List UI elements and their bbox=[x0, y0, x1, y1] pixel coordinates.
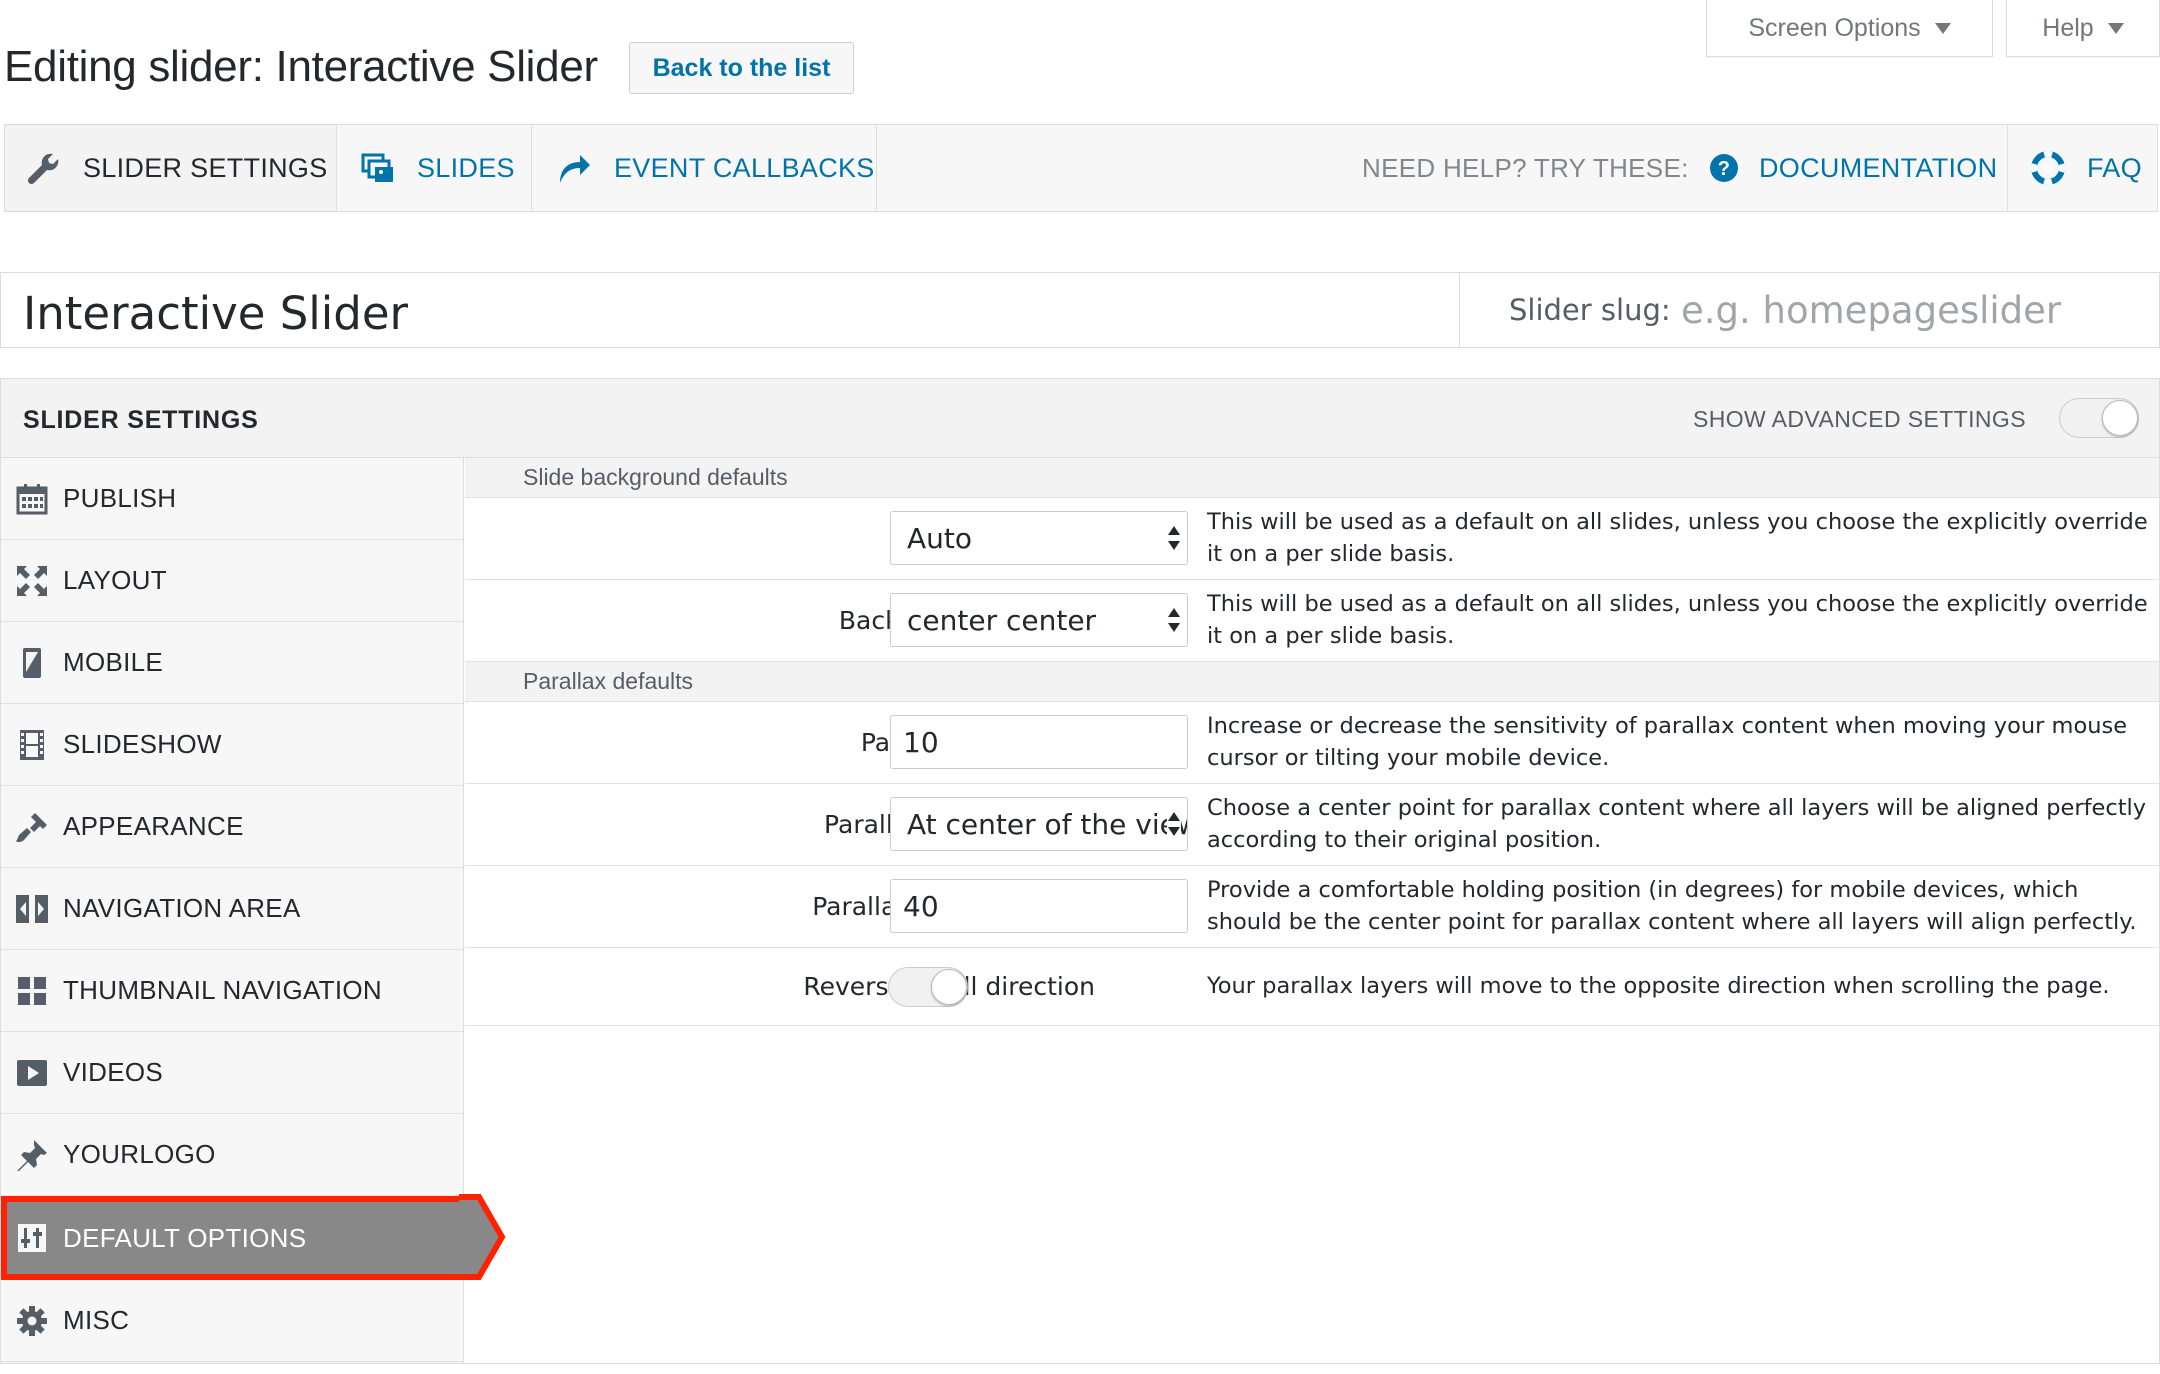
background-size-select[interactable]: Auto bbox=[890, 511, 1188, 565]
lifebuoy-icon bbox=[2031, 151, 2065, 185]
field-description: Choose a center point for parallax conte… bbox=[1207, 795, 2147, 853]
panel-title: SLIDER SETTINGS bbox=[23, 406, 259, 434]
active-item-arrow bbox=[459, 1194, 506, 1280]
page-title: Editing slider: Interactive Slider bbox=[4, 42, 598, 91]
sidebar-item-thumbnail-navigation[interactable]: THUMBNAIL NAVIGATION bbox=[1, 950, 463, 1032]
sidebar-item-label: YOURLOGO bbox=[63, 1139, 216, 1169]
slider-tabs-bar: SLIDER SETTINGS SLIDES EVENT CALLBACKS N… bbox=[4, 124, 2158, 212]
sidebar-item-label: SLIDESHOW bbox=[63, 729, 222, 759]
sidebar-item-label: LAYOUT bbox=[63, 565, 167, 595]
select-arrows-icon bbox=[1167, 608, 1181, 632]
parallax-center-degree-input[interactable]: 40 bbox=[890, 879, 1188, 933]
tab-event-callbacks[interactable]: EVENT CALLBACKS bbox=[532, 125, 876, 211]
section-heading-background: Slide background defaults bbox=[465, 458, 2159, 498]
wrench-icon bbox=[27, 153, 59, 185]
field-description: Your parallax layers will move to the op… bbox=[1207, 973, 2110, 999]
field-description: Provide a comfortable holding position (… bbox=[1207, 877, 2137, 935]
navigation-icon bbox=[15, 892, 49, 926]
pin-icon bbox=[15, 1138, 49, 1172]
documentation-link[interactable]: ? DOCUMENTATION bbox=[1709, 125, 1997, 211]
panel-header: SLIDER SETTINGS SHOW ADVANCED SETTINGS bbox=[1, 379, 2159, 458]
slider-name-input[interactable]: Interactive Slider bbox=[23, 287, 408, 340]
field-description: This will be used as a default on all sl… bbox=[1207, 591, 2148, 649]
tab-slider-settings[interactable]: SLIDER SETTINGS bbox=[5, 125, 336, 211]
slider-name-row: Interactive Slider Slider slug: e.g. hom… bbox=[0, 272, 2160, 348]
mobile-icon bbox=[15, 646, 49, 680]
row-parallax-center-layers: Parallax center layers At center of the … bbox=[465, 784, 2159, 866]
faq-label: FAQ bbox=[2087, 152, 2142, 183]
sidebar-item-publish[interactable]: PUBLISH bbox=[1, 458, 463, 540]
slides-icon bbox=[361, 153, 393, 182]
row-parallax-center-degree: Parallax center degree 40 Provide a comf… bbox=[465, 866, 2159, 948]
resize-icon bbox=[15, 564, 49, 598]
brush-icon bbox=[15, 810, 49, 844]
sidebar-item-mobile[interactable]: MOBILE bbox=[1, 622, 463, 704]
sidebar-item-default-options[interactable]: DEFAULT OPTIONS bbox=[1, 1196, 463, 1280]
tab-slides[interactable]: SLIDES bbox=[337, 125, 531, 211]
sidebar-item-label: NAVIGATION AREA bbox=[63, 893, 301, 923]
svg-text:?: ? bbox=[1718, 158, 1731, 180]
field-description: Increase or decrease the sensitivity of … bbox=[1207, 713, 2128, 771]
section-heading-parallax: Parallax defaults bbox=[465, 662, 2159, 702]
calendar-icon bbox=[15, 482, 49, 516]
sidebar-item-navigation-area[interactable]: NAVIGATION AREA bbox=[1, 868, 463, 950]
sidebar-item-yourlogo[interactable]: YOURLOGO bbox=[1, 1114, 463, 1196]
sidebar-item-appearance[interactable]: APPEARANCE bbox=[1, 786, 463, 868]
tab-event-callbacks-label: EVENT CALLBACKS bbox=[614, 152, 875, 183]
caret-down-icon bbox=[1934, 22, 1951, 34]
back-to-list-button[interactable]: Back to the list bbox=[629, 42, 854, 94]
row-reverse-scroll: Reverse scroll direction Your parallax l… bbox=[465, 948, 2159, 1026]
help-label: Help bbox=[2042, 13, 2094, 42]
faq-link[interactable]: FAQ bbox=[2031, 125, 2142, 211]
tab-slides-label: SLIDES bbox=[417, 152, 515, 183]
sidebar-item-label: DEFAULT OPTIONS bbox=[63, 1222, 307, 1253]
help-button[interactable]: Help bbox=[2006, 0, 2160, 57]
slider-settings-panel: SLIDER SETTINGS SHOW ADVANCED SETTINGS P… bbox=[0, 378, 2160, 1364]
field-description: This will be used as a default on all sl… bbox=[1207, 509, 2148, 567]
gear-icon bbox=[15, 1304, 49, 1338]
sidebar-item-label: PUBLISH bbox=[63, 483, 177, 513]
film-icon bbox=[15, 728, 49, 762]
grid-icon bbox=[15, 974, 49, 1008]
parallax-center-layers-select[interactable]: At center of the view bbox=[890, 797, 1188, 851]
background-position-select[interactable]: center center bbox=[890, 593, 1188, 647]
sidebar-item-layout[interactable]: LAYOUT bbox=[1, 540, 463, 622]
screen-options-button[interactable]: Screen Options bbox=[1706, 0, 1993, 57]
caret-down-icon bbox=[2107, 22, 2124, 34]
settings-sidebar: PUBLISH LAYOUT MOBILE SLIDESHOW APPEARAN… bbox=[1, 458, 464, 1363]
documentation-label: DOCUMENTATION bbox=[1759, 152, 1998, 183]
question-circle-icon: ? bbox=[1710, 154, 1738, 182]
row-background-size: Background size Auto This will be used a… bbox=[465, 498, 2159, 580]
need-help-label: NEED HELP? TRY THESE: bbox=[1362, 152, 1689, 183]
advanced-settings-label: SHOW ADVANCED SETTINGS bbox=[1693, 406, 2026, 432]
select-arrows-icon bbox=[1167, 812, 1181, 836]
video-icon bbox=[15, 1056, 49, 1090]
sidebar-item-label: APPEARANCE bbox=[63, 811, 244, 841]
sidebar-item-slideshow[interactable]: SLIDESHOW bbox=[1, 704, 463, 786]
row-background-position: Background position center center This w… bbox=[465, 580, 2159, 662]
slider-slug-input[interactable]: e.g. homepageslider bbox=[1681, 289, 2061, 332]
sidebar-item-label: THUMBNAIL NAVIGATION bbox=[63, 975, 382, 1005]
screen-options-label: Screen Options bbox=[1748, 13, 1921, 42]
sidebar-item-label: MISC bbox=[63, 1305, 130, 1335]
select-arrows-icon bbox=[1167, 526, 1181, 550]
sidebar-item-label: MOBILE bbox=[63, 647, 164, 677]
row-parallax-sensitivity: Parallax sensitivity 10 Increase or decr… bbox=[465, 702, 2159, 784]
sidebar-item-label: VIDEOS bbox=[63, 1057, 164, 1087]
slider-slug-label: Slider slug: bbox=[1509, 293, 1671, 327]
redo-arrow-icon bbox=[560, 155, 590, 183]
sidebar-item-videos[interactable]: VIDEOS bbox=[1, 1032, 463, 1114]
reverse-scroll-toggle[interactable] bbox=[888, 967, 968, 1007]
tab-slider-settings-label: SLIDER SETTINGS bbox=[83, 152, 328, 183]
sliders-icon bbox=[15, 1221, 49, 1255]
parallax-sensitivity-input[interactable]: 10 bbox=[890, 715, 1188, 769]
sidebar-item-misc[interactable]: MISC bbox=[1, 1280, 463, 1362]
advanced-settings-toggle[interactable] bbox=[2059, 398, 2139, 438]
